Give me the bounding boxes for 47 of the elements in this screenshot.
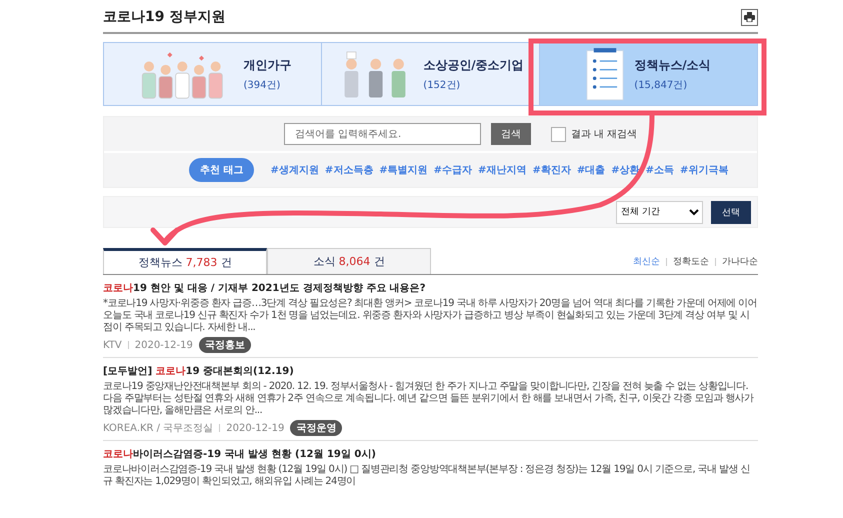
article-summary: 코로나19 중앙재난안전대책본부 회의 - 2020. 12. 19. 정부서울청사 - 힘겨웠던 한 주가 지나고 주말을 맞이합니다만, 긴장을 전혀 늦출 수 없는 상황입니다. 다음 주말부터는 성탄절 연휴와 새해 연휴가 2주 연속으로 계속됩니다. 예년 같으면 들뜬 분위기에서 한 해를 보내면서 가족, 친구, 이웃간 각종 모임과 행사가 많겠습니다만, 올해만큼은 서로의 안... [103,381,755,417]
select-button[interactable]: 선택 [711,200,751,224]
category-label: 개인가구 [244,56,292,74]
category-label: 소상공인/중소기업 [423,56,524,74]
tag-link[interactable]: #수급자 [434,163,472,177]
category-count: (15,847건) [634,78,688,92]
article-source: KOREA.KR / 국무조정실 [103,422,214,435]
article-summary: 코로나바이러스감염증-19 국내 발생 현황 (12월 19일 0시) □ 질병관리청 중앙방역대책본부(본부장 : 정은경 청장)는 12월 19일 0시 기준으로, 국내 발생 신규 확진자는 1,029명이 확인되었고, 해외유입 사례는 24명이 [103,464,751,488]
recommended-tags-label: 추천 태그 [189,158,254,182]
sort-link[interactable]: 가나다순 [722,255,758,268]
article-date: 2020-12-19 [134,340,193,350]
page-title: 코로나19 정부지원 [103,8,226,26]
tag-link[interactable]: #상환 [611,163,640,177]
category-count: (152건) [423,78,460,92]
category-badge: 국정운영 [290,420,342,436]
refine-checkbox[interactable] [550,126,566,142]
article-title[interactable]: [모두발언] 코로나19 중대본회의(12.19) [103,364,758,378]
tag-link[interactable]: #재난지역 [478,163,526,177]
category-badge: 국정홍보 [198,337,251,353]
sort-link[interactable]: 정확도순 [673,255,709,268]
category-label: 정책뉴스/소식 [634,56,711,74]
result-tab[interactable]: 정책뉴스 7,783 건 [103,248,267,274]
tag-link[interactable]: #위기극복 [680,163,728,177]
tag-link[interactable]: #대출 [576,163,606,177]
article-source: KTV [103,340,122,350]
checklist-icon [586,47,624,101]
tag-link[interactable]: #확진자 [532,163,571,177]
tag-link[interactable]: #소득 [646,163,674,177]
search-button[interactable]: 검색 [490,123,531,145]
result-tab[interactable]: 소식 8,064 건 [267,248,431,274]
tag-link[interactable]: #생계지원 [270,163,319,177]
tag-link[interactable]: #저소득층 [324,163,374,177]
category-card[interactable]: 소상공인/중소기업 (152건) [321,43,539,105]
print-button[interactable] [741,8,758,26]
tag-link[interactable]: #특별지원 [379,163,428,177]
article-summary: *코로나19 사망자·위중증 환자 급증…3단계 격상 필요성은? 최대환 앵커> 코로나19 국내 하루 사망자가 20명을 넘어 역대 최다를 기록한 가운데 어제에 이어 오늘도 국내 코로나19 신규 확진자 수가 1천 명을 넘었는데요. 위중증 환자와 사망자가 급증하고 병상 부족이 현실화되고 있는 가운데 3단계 격상 여부 및 시점이 주목되고 있습니다. 자세한 내... [103,298,758,334]
category-card[interactable]: 개인가구 (394건) [104,43,321,105]
printer-icon [744,12,755,22]
article-title[interactable]: 코로나19 현안 및 대응 / 기재부 2021년도 경제정책방향 주요 내용은? [103,281,758,295]
article-date: 2020-12-19 [226,422,284,434]
sort-link[interactable]: 최신순 [633,255,660,268]
refine-label: 결과 내 재검색 [570,128,638,141]
period-select[interactable]: 전체 기간 [616,200,703,224]
category-count: (394건) [244,78,280,92]
category-card[interactable]: 정책뉴스/소식 (15,847건) [539,43,757,105]
article-title[interactable]: 코로나바이러스감염증-19 국내 발생 현황 (12월 19일 0시) [103,447,758,461]
search-field[interactable]: 검색어를 입력해주세요. [284,123,481,145]
